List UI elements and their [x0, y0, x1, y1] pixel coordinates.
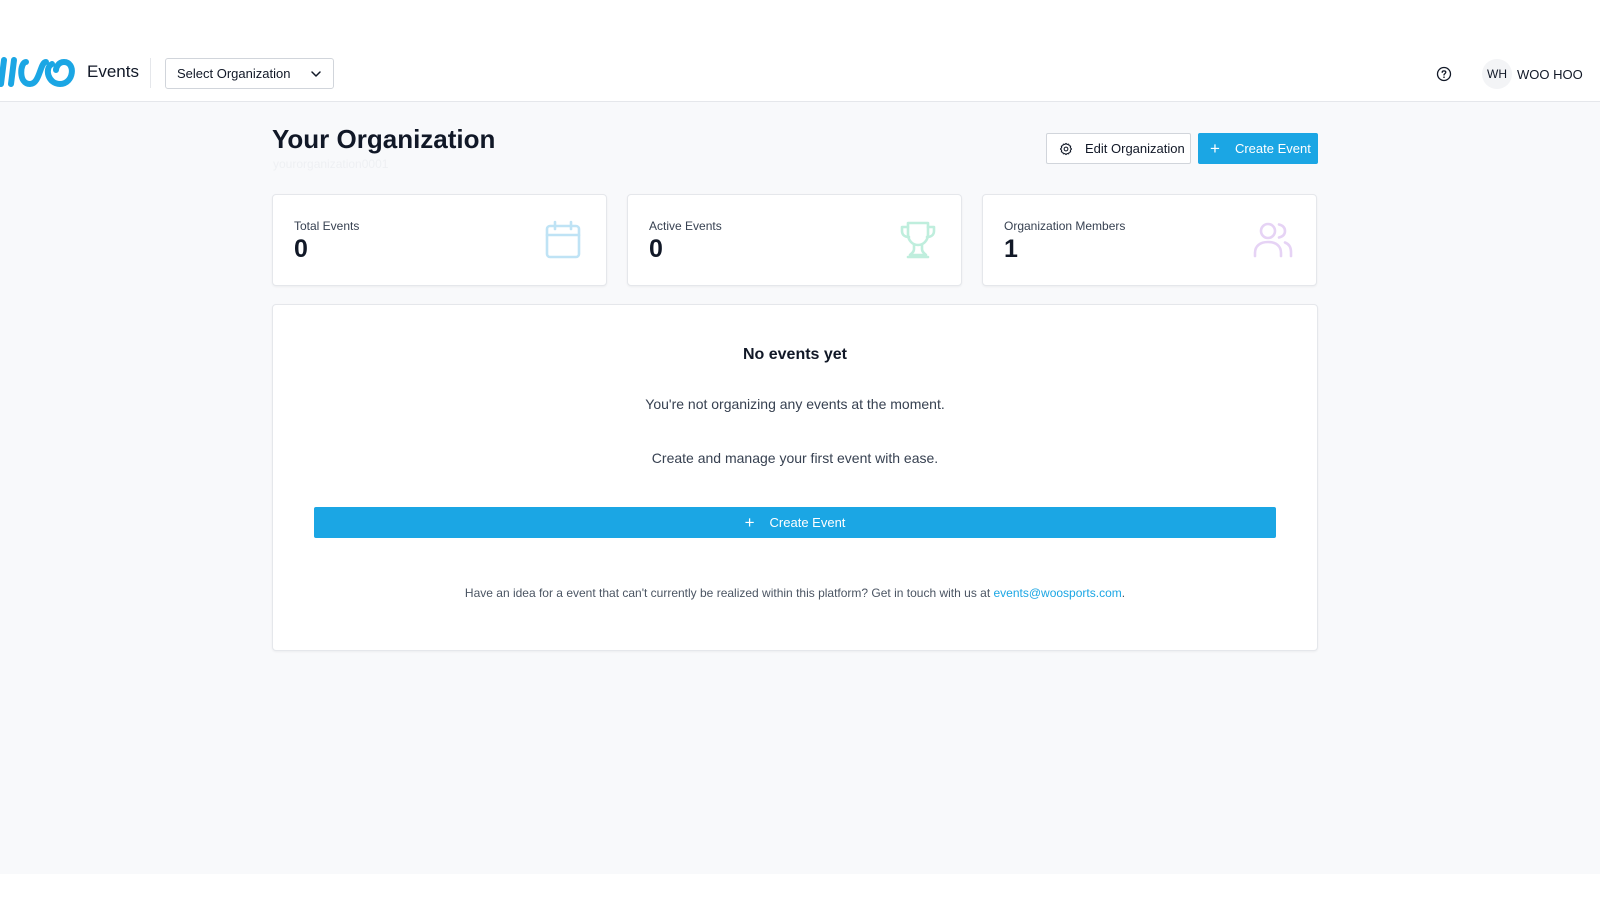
app-name: Events [87, 62, 139, 81]
calendar-icon [545, 220, 581, 259]
stat-card-active-events: Active Events 0 [627, 194, 962, 286]
stat-value: 0 [294, 235, 308, 263]
help-icon[interactable] [1434, 64, 1454, 84]
organization-select[interactable]: Select Organization [165, 58, 334, 89]
user-menu[interactable]: WH WOO HOO [1482, 58, 1583, 90]
page-title: Your Organization [272, 124, 496, 154]
users-icon [1253, 222, 1293, 258]
main-content: Your Organization yourorganization0001 E… [0, 102, 1600, 874]
stat-value: 1 [1004, 235, 1018, 263]
plus-icon: + [744, 513, 755, 532]
contact-text: Have an idea for a event that can't curr… [464, 586, 994, 600]
create-event-wide-label: Create Event [769, 515, 846, 530]
avatar: WH [1482, 59, 1512, 89]
top-bar: Events Select Organization WH WOO HOO [0, 0, 1600, 102]
edit-organization-button[interactable]: Edit Organization [1046, 133, 1191, 164]
empty-state-card: No events yet You're not organizing any … [272, 304, 1318, 651]
header-divider [150, 58, 151, 88]
stat-label: Organization Members [1004, 219, 1126, 233]
user-name: WOO HOO [1517, 66, 1583, 82]
empty-state-message: You're not organizing any events at the … [645, 396, 945, 412]
stat-card-organization-members: Organization Members 1 [982, 194, 1317, 286]
empty-state-hint: Create and manage your first event with … [651, 450, 939, 466]
organization-slug: yourorganization0001 [273, 157, 389, 171]
plus-icon: + [1210, 139, 1220, 158]
contact-email-link[interactable]: events@woosports.com [994, 586, 1122, 600]
create-event-wide-button[interactable]: + Create Event [314, 507, 1276, 538]
stat-label: Total Events [294, 219, 360, 233]
chevron-down-icon [311, 71, 321, 77]
create-event-label: Create Event [1234, 141, 1311, 156]
woo-logo[interactable] [0, 56, 80, 90]
trophy-icon [900, 221, 936, 259]
stat-label: Active Events [649, 219, 722, 233]
edit-organization-label: Edit Organization [1085, 141, 1185, 156]
contact-end: . [1121, 586, 1126, 600]
empty-state-title: No events yet [742, 346, 848, 363]
contact-note: Have an idea for a event that can't curr… [273, 586, 1317, 600]
gear-icon [1059, 142, 1073, 155]
create-event-button[interactable]: + Create Event [1198, 133, 1318, 164]
stat-card-total-events: Total Events 0 [272, 194, 607, 286]
bottom-strip [0, 874, 1600, 900]
organization-select-label: Select Organization [177, 66, 291, 81]
stat-value: 0 [649, 235, 663, 263]
